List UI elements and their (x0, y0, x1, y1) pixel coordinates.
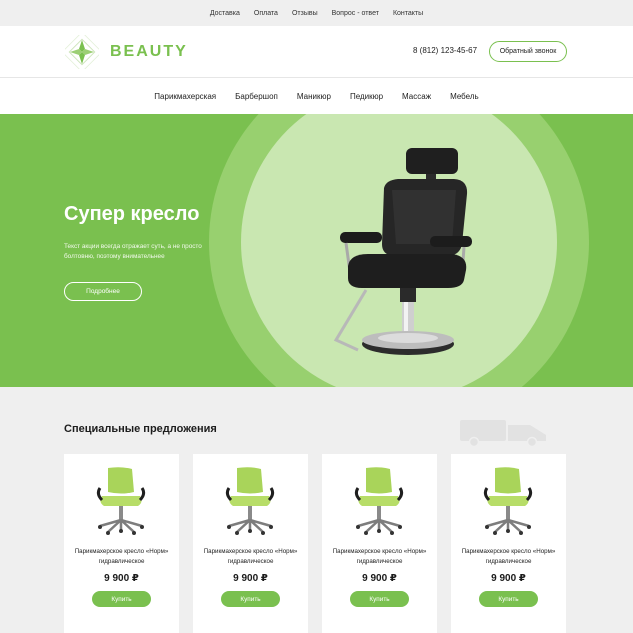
product-card[interactable]: Парикмахерское кресло «Норм» гидравличес… (64, 454, 179, 633)
topbar-link-delivery[interactable]: Доставка (210, 10, 240, 17)
nav-item-pedicure[interactable]: Педикюр (350, 92, 383, 101)
product-card[interactable]: Парикмахерское кресло «Норм» гидравличес… (193, 454, 308, 633)
truck-icon (460, 420, 546, 447)
hero-more-button[interactable]: Подробнее (64, 282, 142, 301)
office-chair-image (96, 467, 146, 535)
office-chair-image (354, 467, 404, 535)
site-header: BEAUTY 8 (812) 123-45-67 Обратный звонок (0, 26, 633, 78)
topbar-link-payment[interactable]: Оплата (254, 10, 278, 17)
callback-button[interactable]: Обратный звонок (489, 41, 567, 62)
nav-item-manicure[interactable]: Маникюр (297, 92, 331, 101)
buy-button[interactable]: Купить (350, 591, 409, 607)
product-price: 9 900 ₽ (362, 573, 397, 584)
office-chair-image (483, 467, 533, 535)
phone-number[interactable]: 8 (812) 123-45-67 (413, 46, 477, 55)
nav-item-furniture[interactable]: Мебель (450, 92, 479, 101)
product-name[interactable]: Парикмахерское кресло «Норм» гидравличес… (457, 547, 560, 567)
buy-button[interactable]: Купить (92, 591, 151, 607)
logo-icon[interactable] (65, 35, 99, 69)
barber-chair-image (333, 148, 472, 355)
nav-item-barbershop[interactable]: Барбершоп (235, 92, 278, 101)
top-bar: Доставка Оплата Отзывы Вопрос - ответ Ко… (0, 0, 633, 26)
product-card[interactable]: Парикмахерское кресло «Норм» гидравличес… (322, 454, 437, 633)
main-nav: Парикмахерская Барбершоп Маникюр Педикюр… (0, 78, 633, 114)
product-name[interactable]: Парикмахерское кресло «Норм» гидравличес… (70, 547, 173, 567)
office-chair-image (225, 467, 275, 535)
topbar-link-reviews[interactable]: Отзывы (292, 10, 318, 17)
topbar-link-faq[interactable]: Вопрос - ответ (332, 10, 379, 17)
nav-item-massage[interactable]: Массаж (402, 92, 431, 101)
product-card[interactable]: Парикмахерское кресло «Норм» гидравличес… (451, 454, 566, 633)
hero-title: Супер кресло (64, 203, 200, 225)
nav-item-hairdresser[interactable]: Парикмахерская (154, 92, 216, 101)
brand-name: BEAUTY (110, 43, 188, 60)
product-price: 9 900 ₽ (104, 573, 139, 584)
product-name[interactable]: Парикмахерское кресло «Норм» гидравличес… (199, 547, 302, 567)
hero-banner: Супер кресло Текст акции всегда отражает… (0, 114, 633, 387)
buy-button[interactable]: Купить (221, 591, 280, 607)
product-price: 9 900 ₽ (491, 573, 526, 584)
hero-text: Текст акции всегда отражает суть, а не п… (64, 243, 202, 260)
product-name[interactable]: Парикмахерское кресло «Норм» гидравличес… (328, 547, 431, 567)
offers-title: Специальные предложения (64, 423, 217, 435)
product-price: 9 900 ₽ (233, 573, 268, 584)
special-offers-section: Специальные предложения Парикмахерское к… (0, 387, 633, 633)
buy-button[interactable]: Купить (479, 591, 538, 607)
topbar-link-contacts[interactable]: Контакты (393, 10, 423, 17)
